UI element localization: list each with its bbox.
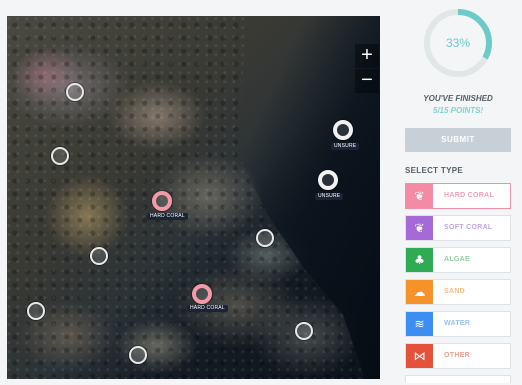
fish-icon: ⋈ xyxy=(406,344,433,368)
zoom-out-button[interactable]: − xyxy=(355,69,379,93)
point-tag-hard-coral: HARD CORAL xyxy=(187,305,228,312)
coral-survey-page: + − UNSURE UNSURE HARD CORAL HARD CORAL … xyxy=(0,0,522,385)
type-list: ❦ HARD CORAL ❦ SOFT CORAL ♣ ALGAE ☁ SAND… xyxy=(405,183,511,383)
progress-points-label: 5/15 POINTS! xyxy=(432,106,484,115)
type-option-soft-coral[interactable]: ❦ SOFT CORAL xyxy=(405,215,511,241)
point-marker[interactable] xyxy=(66,83,84,101)
point-marker[interactable] xyxy=(256,229,274,247)
type-option-algae[interactable]: ♣ ALGAE xyxy=(405,247,511,273)
coral-icon: ❦ xyxy=(406,184,433,208)
type-label: HARD CORAL xyxy=(444,192,495,199)
point-tag-unsure: UNSURE xyxy=(315,193,344,200)
point-marker[interactable] xyxy=(51,147,69,165)
soft-coral-icon: ❦ xyxy=(406,216,433,240)
type-label: SOFT CORAL xyxy=(444,224,493,231)
type-option-other[interactable]: ⋈ OTHER xyxy=(405,343,511,369)
point-marker[interactable] xyxy=(27,302,45,320)
type-glyph: ☁ xyxy=(413,285,426,299)
point-marker-unsure[interactable] xyxy=(318,170,338,190)
sidebar: 33% YOU'VE FINISHED 5/15 POINTS! SUBMIT … xyxy=(396,4,516,385)
type-glyph: ≋ xyxy=(414,317,425,331)
reef-photo-map[interactable]: + − UNSURE UNSURE HARD CORAL HARD CORAL xyxy=(7,16,380,379)
type-glyph: ❦ xyxy=(414,189,425,203)
type-label: WATER xyxy=(444,320,471,327)
point-marker-hard-coral[interactable] xyxy=(192,284,212,304)
type-label: ALGAE xyxy=(444,256,470,263)
point-tag-unsure: UNSURE xyxy=(331,143,360,150)
point-marker-hard-coral[interactable] xyxy=(152,191,172,211)
point-marker-unsure[interactable] xyxy=(333,120,353,140)
progress-percent: 33% xyxy=(445,36,471,50)
point-marker[interactable] xyxy=(295,322,313,340)
algae-icon: ♣ xyxy=(406,248,433,272)
progress-finished-label: YOU'VE FINISHED xyxy=(423,94,493,103)
type-glyph: ❦ xyxy=(414,221,425,235)
type-glyph: ♣ xyxy=(414,253,425,267)
zoom-control: + − xyxy=(355,44,379,93)
point-tag-hard-coral: HARD CORAL xyxy=(147,213,188,220)
type-label: SAND xyxy=(444,288,466,295)
sand-icon: ☁ xyxy=(406,280,433,304)
select-type-heading: SELECT TYPE xyxy=(405,166,463,175)
submit-button[interactable]: SUBMIT xyxy=(405,128,511,152)
zoom-in-button[interactable]: + xyxy=(355,44,379,68)
water-icon: ≋ xyxy=(406,312,433,336)
type-label: OTHER xyxy=(444,352,470,359)
type-glyph: ⋈ xyxy=(413,349,426,363)
type-option-sand[interactable]: ☁ SAND xyxy=(405,279,511,305)
type-option-water[interactable]: ≋ WATER xyxy=(405,311,511,337)
type-option-partial xyxy=(405,375,511,383)
type-option-hard-coral[interactable]: ❦ HARD CORAL xyxy=(405,183,511,209)
point-marker[interactable] xyxy=(90,247,108,265)
point-marker[interactable] xyxy=(129,346,147,364)
